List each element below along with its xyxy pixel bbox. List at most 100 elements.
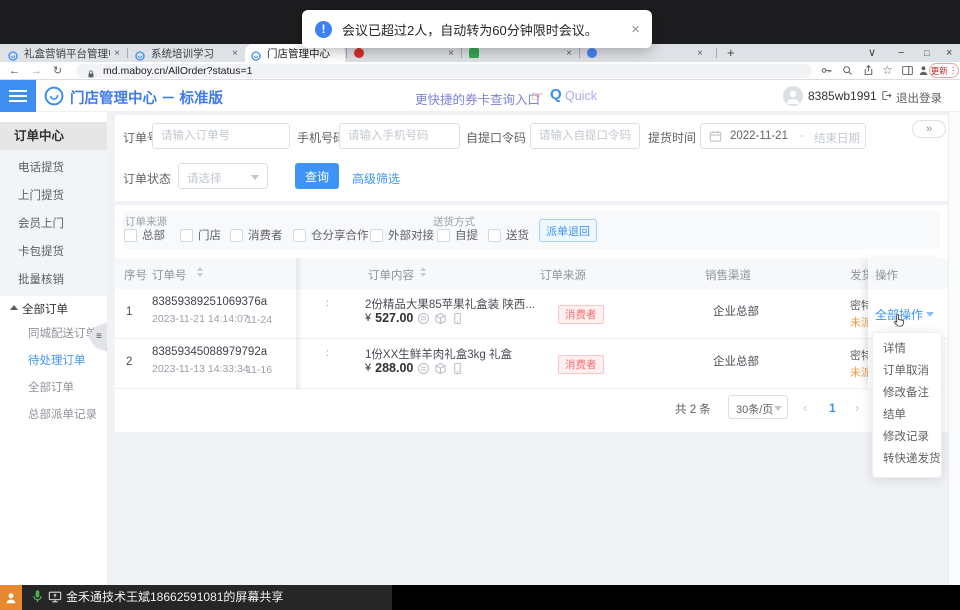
- search-button[interactable]: 查询: [295, 163, 339, 189]
- sort-icon[interactable]: [197, 267, 203, 277]
- reload-icon[interactable]: ↻: [53, 64, 62, 78]
- kebab-menu-icon: ⋮: [949, 65, 958, 76]
- collapse-filters-button[interactable]: »: [912, 120, 946, 138]
- tab-separator: [579, 48, 580, 58]
- sidebar-item-member-visit[interactable]: 会员上门: [0, 211, 107, 237]
- browser-tab-2[interactable]: 系统培训学习 ×: [129, 44, 244, 62]
- logout-button[interactable]: 退出登录: [896, 90, 942, 106]
- menu-item-edit-history[interactable]: 修改记录: [873, 426, 941, 448]
- order-time: 2023-11-21 14:14:07: [152, 313, 249, 325]
- logout-icon[interactable]: [880, 89, 893, 107]
- new-tab-button[interactable]: +: [727, 44, 735, 62]
- sales-channel: 企业总部: [713, 303, 759, 319]
- tab-close-icon[interactable]: ×: [697, 48, 703, 59]
- clipped-cell-fragment: 11-16: [246, 364, 272, 376]
- window-minimize-button[interactable]: −: [898, 44, 904, 62]
- checkbox-hq[interactable]: [124, 229, 137, 242]
- sidebar-item-pending-orders[interactable]: 待处理订单: [0, 352, 107, 370]
- sidebar-item-card-pickup[interactable]: 卡包提货: [0, 239, 107, 265]
- bookmark-star-icon[interactable]: ☆: [882, 63, 893, 77]
- sidebar-item-door-pickup[interactable]: 上门提货: [0, 183, 107, 209]
- menu-item-cancel-order[interactable]: 订单取消: [873, 360, 941, 382]
- table-header-row: 序号 订单号 订单内容 订单来源 销售渠道 发货: [115, 258, 948, 289]
- tab-separator: [346, 48, 347, 58]
- sidebar-item-hq-dispatch-records[interactable]: 总部派单记录: [0, 406, 107, 424]
- order-no-input[interactable]: [152, 123, 290, 149]
- pagination-next-button[interactable]: ›: [855, 400, 859, 415]
- app-header: 门店管理中心 － 标准版 更快捷的券卡查询入口 ☞ Q Quick 8385wb…: [0, 80, 960, 112]
- menu-item-switch-express[interactable]: 转快递发货: [873, 448, 941, 470]
- sidebar-group-label: 全部订单: [22, 301, 68, 317]
- username-label: 8385wb1991: [808, 89, 877, 103]
- checkbox-label: 送货: [506, 227, 529, 243]
- tab-close-icon[interactable]: ×: [232, 48, 238, 59]
- advanced-filter-link[interactable]: 高级筛选: [352, 170, 400, 187]
- toast-close-icon[interactable]: ×: [631, 21, 640, 38]
- col-source: 订单来源: [540, 267, 586, 283]
- order-status-select[interactable]: 请选择: [178, 163, 268, 189]
- quick-link[interactable]: Quick: [565, 89, 597, 103]
- site-favicon-icon: [354, 48, 364, 58]
- clipped-cell-fragment: :: [326, 297, 329, 309]
- zoom-icon[interactable]: [841, 64, 855, 78]
- user-avatar[interactable]: [783, 86, 803, 106]
- checkbox-self-pickup[interactable]: [437, 229, 450, 242]
- browser-tab-1[interactable]: 礼盒营销平台管理中心 ×: [2, 44, 126, 62]
- back-icon[interactable]: ←: [9, 64, 20, 78]
- checkbox-store[interactable]: [180, 229, 193, 242]
- checkbox-warehouse-share[interactable]: [293, 229, 306, 242]
- window-maximize-button[interactable]: □: [924, 44, 929, 62]
- page-size-select[interactable]: 30条/页: [728, 395, 788, 419]
- order-number: 83859389251069376a: [152, 296, 267, 308]
- password-key-icon[interactable]: [820, 64, 834, 78]
- tab-close-icon[interactable]: ×: [566, 48, 572, 59]
- menu-item-edit-note[interactable]: 修改备注: [873, 382, 941, 404]
- checkbox-label: 门店: [198, 227, 221, 243]
- ship-status-clipped: 密特 未派: [850, 339, 868, 389]
- url-omnibox[interactable]: md.maboy.cn/AllOrder?status=1: [76, 64, 812, 78]
- scrollbar-gutter[interactable]: [948, 112, 960, 585]
- dispatch-return-button[interactable]: 派单退回: [539, 219, 597, 242]
- forward-icon[interactable]: →: [31, 64, 42, 78]
- tab-search-icon[interactable]: ∨: [868, 44, 876, 62]
- toast-message: 会议已超过2人，自动转为60分钟限时会议。: [342, 20, 598, 39]
- source-tag: 消费者: [558, 305, 604, 324]
- screen: 礼盒营销平台管理中心 × 系统培训学习 × 门店管理中心 × ×: [0, 0, 960, 610]
- checkbox-consumer[interactable]: [230, 229, 243, 242]
- date-range-picker[interactable]: 2022-11-21 - 结束日期: [700, 123, 866, 149]
- checkbox-label: 自提: [455, 227, 478, 243]
- promo-link[interactable]: 更快捷的券卡查询入口: [415, 89, 540, 108]
- fixed-column-shadow: [296, 258, 303, 389]
- checkbox-external[interactable]: [370, 229, 383, 242]
- sidebar-group-all-orders[interactable]: 全部订单: [0, 298, 107, 318]
- tab-close-icon[interactable]: ×: [448, 48, 454, 59]
- pagination-prev-button[interactable]: ‹: [803, 400, 807, 415]
- pickup-code-input[interactable]: [530, 123, 640, 149]
- tab-close-icon[interactable]: ×: [114, 48, 120, 59]
- window-close-button[interactable]: ×: [946, 44, 952, 62]
- phone-input[interactable]: [339, 123, 460, 149]
- chevron-down-icon: [926, 312, 934, 317]
- sidebar-item-phone-pickup[interactable]: 电话提货: [0, 155, 107, 181]
- sort-icon[interactable]: [420, 267, 426, 277]
- menu-item-detail[interactable]: 详情: [873, 338, 941, 360]
- split-screen-icon[interactable]: [901, 64, 915, 78]
- phone-icon: [451, 312, 464, 325]
- quick-q-icon[interactable]: Q: [550, 86, 562, 103]
- share-icon[interactable]: [862, 64, 876, 78]
- hamburger-menu-button[interactable]: [0, 80, 36, 112]
- sidebar-item-all-orders[interactable]: 全部订单: [0, 379, 107, 397]
- order-table-panel: 订单来源 总部 门店 消费者 仓分享合作: [115, 205, 948, 432]
- menu-item-close-order[interactable]: 结单: [873, 404, 941, 426]
- pagination-page-1[interactable]: 1: [829, 401, 836, 415]
- filter-panel: 订单号 手机号码 自提口令码 提货时间 2022-11-21 - 结束日期 »: [115, 115, 948, 201]
- cursor-hand-icon: [892, 313, 907, 333]
- sidebar-section-order-center: 订单中心: [0, 122, 107, 150]
- package-icon: [434, 312, 447, 325]
- order-number: 83859345088979792a: [152, 346, 267, 358]
- sidebar-item-batch-verify[interactable]: 批量核销: [0, 267, 107, 293]
- participant-badge: [0, 585, 22, 610]
- checkbox-delivery[interactable]: [488, 229, 501, 242]
- pagination-total: 共 2 条: [675, 401, 711, 417]
- browser-update-button[interactable]: 更新 ⋮: [929, 63, 959, 78]
